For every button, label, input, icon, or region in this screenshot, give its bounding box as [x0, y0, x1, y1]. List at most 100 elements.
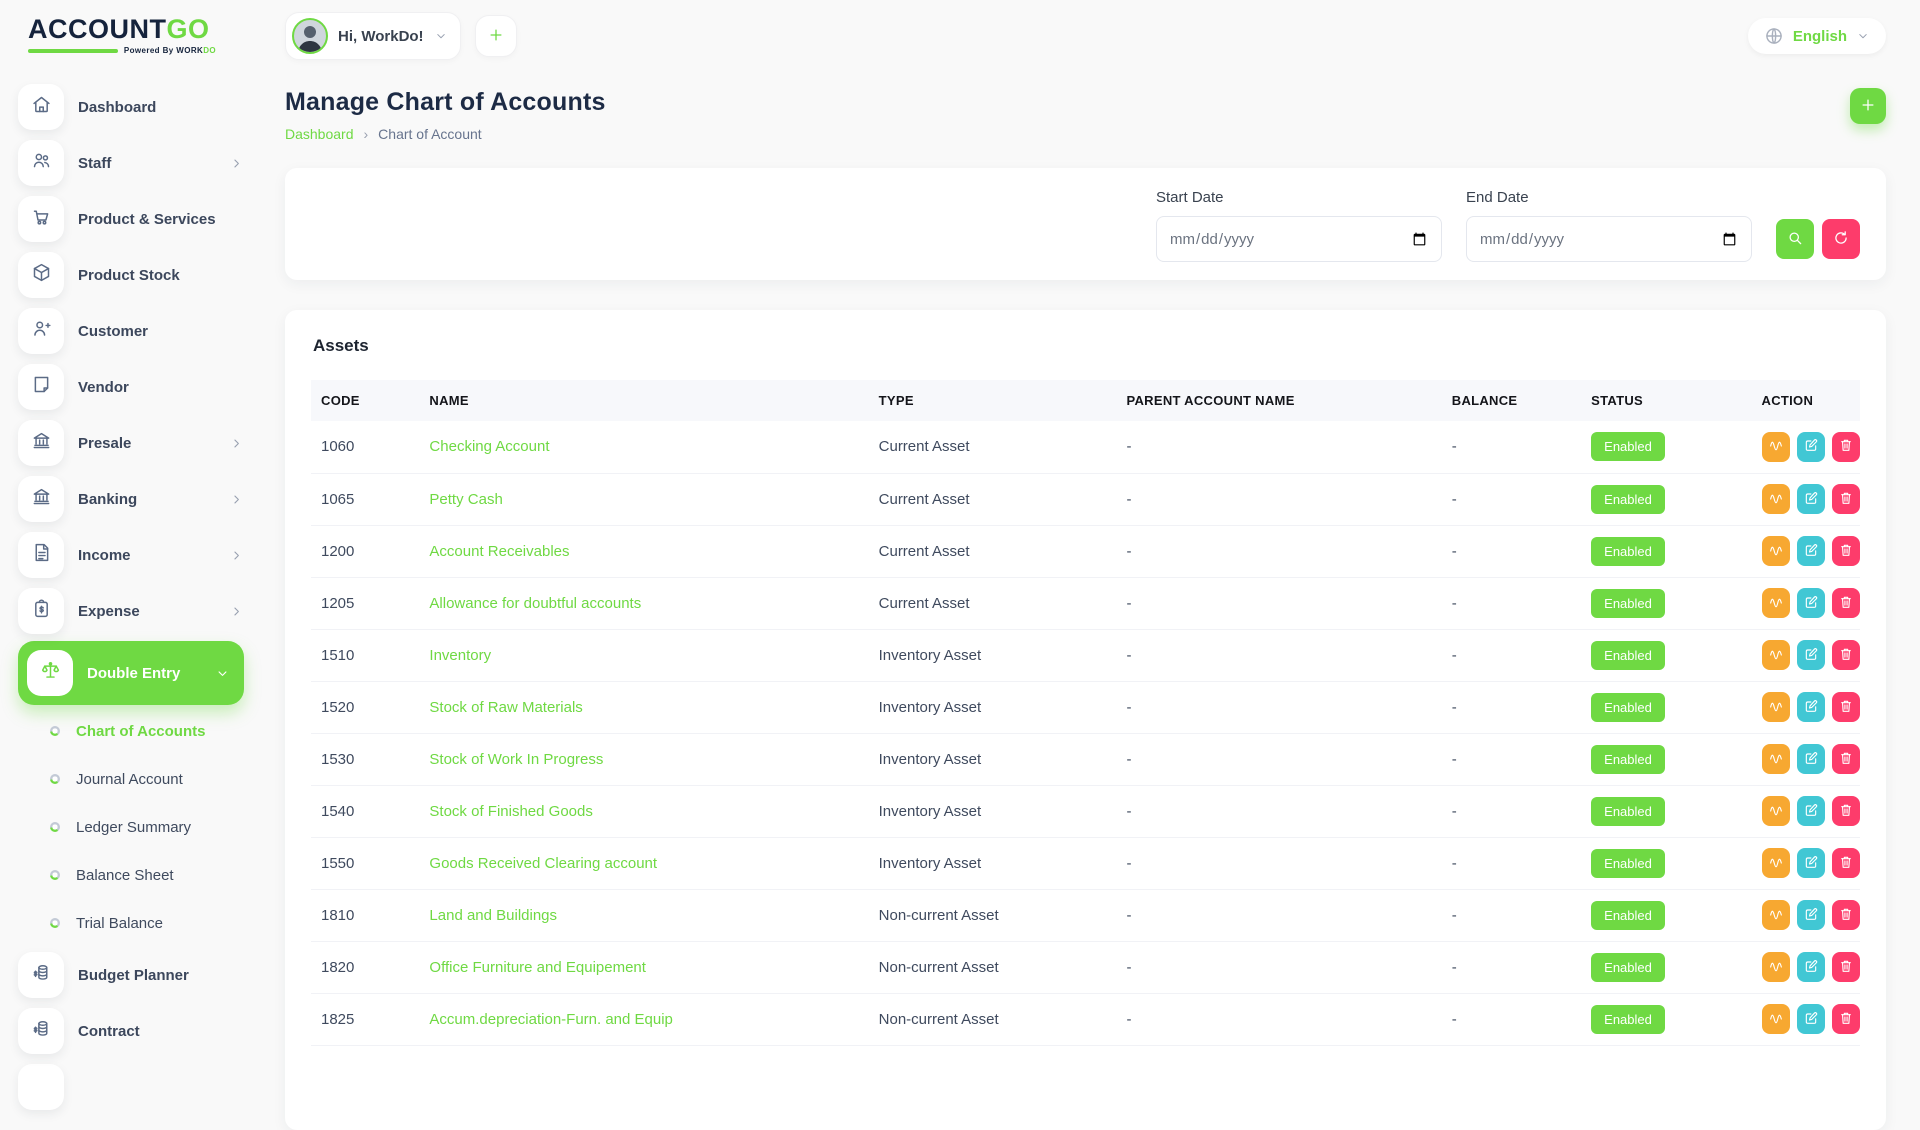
activity-action-button[interactable] — [1762, 536, 1790, 566]
table-row: 1810 Land and Buildings Non-current Asse… — [311, 889, 1860, 941]
brand-logo[interactable]: ACCOUNTGO Powered By WORKDO — [18, 0, 216, 59]
account-balance: - — [1442, 733, 1581, 785]
edit-action-button[interactable] — [1797, 796, 1825, 826]
sidebar-subitem-ledger-summary[interactable]: Ledger Summary — [18, 803, 244, 851]
edit-action-button[interactable] — [1797, 588, 1825, 618]
sidebar-item-dashboard[interactable]: Dashboard — [18, 79, 244, 135]
edit-action-button[interactable] — [1797, 952, 1825, 982]
activity-action-button[interactable] — [1762, 796, 1790, 826]
activity-action-button[interactable] — [1762, 900, 1790, 930]
account-code: 1825 — [311, 993, 419, 1045]
trash-icon — [1838, 594, 1854, 613]
activity-action-button[interactable] — [1762, 692, 1790, 722]
delete-action-button[interactable] — [1832, 1004, 1860, 1034]
account-name-link[interactable]: Accum.depreciation-Furn. and Equip — [429, 1011, 672, 1028]
edit-action-button[interactable] — [1797, 1004, 1825, 1034]
wave-icon — [1768, 802, 1784, 821]
delete-action-button[interactable] — [1832, 796, 1860, 826]
delete-action-button[interactable] — [1832, 536, 1860, 566]
wave-icon — [1768, 698, 1784, 717]
account-name-link[interactable]: Stock of Finished Goods — [429, 803, 592, 820]
users-icon — [31, 150, 52, 176]
sidebar-item-budget-planner[interactable]: Budget Planner — [18, 947, 244, 1003]
end-date-input[interactable] — [1466, 216, 1752, 262]
document-icon — [31, 542, 52, 568]
sidebar-item-vendor[interactable]: Vendor — [18, 359, 244, 415]
account-name-link[interactable]: Stock of Work In Progress — [429, 751, 603, 768]
activity-action-button[interactable] — [1762, 1004, 1790, 1034]
edit-action-button[interactable] — [1797, 848, 1825, 878]
edit-action-button[interactable] — [1797, 900, 1825, 930]
activity-action-button[interactable] — [1762, 952, 1790, 982]
user-menu[interactable]: Hi, WorkDo! — [285, 12, 461, 60]
sidebar-subitem-label: Trial Balance — [76, 915, 163, 932]
sidebar-item-contract[interactable]: Contract — [18, 1003, 244, 1059]
sidebar-item-label: Dashboard — [78, 99, 156, 116]
bullet-icon — [50, 870, 60, 880]
sidebar-item-banking[interactable]: Banking — [18, 471, 244, 527]
chevron-down-icon — [434, 29, 448, 43]
table-row: 1820 Office Furniture and Equipement Non… — [311, 941, 1860, 993]
delete-action-button[interactable] — [1832, 692, 1860, 722]
delete-action-button[interactable] — [1832, 640, 1860, 670]
wave-icon — [1768, 594, 1784, 613]
account-name-link[interactable]: Stock of Raw Materials — [429, 699, 582, 716]
delete-action-button[interactable] — [1832, 588, 1860, 618]
delete-action-button[interactable] — [1832, 848, 1860, 878]
delete-action-button[interactable] — [1832, 744, 1860, 774]
sidebar-nav: Dashboard Staff Product & Services Produ… — [18, 79, 260, 1110]
quick-add-button[interactable] — [475, 15, 517, 57]
create-account-button[interactable] — [1850, 88, 1886, 124]
sidebar-item-staff[interactable]: Staff — [18, 135, 244, 191]
sidebar-subitem-trial-balance[interactable]: Trial Balance — [18, 899, 244, 947]
edit-action-button[interactable] — [1797, 432, 1825, 462]
reset-button[interactable] — [1822, 219, 1860, 259]
edit-action-button[interactable] — [1797, 640, 1825, 670]
account-balance: - — [1442, 837, 1581, 889]
chevron-right-icon — [229, 548, 244, 563]
edit-action-button[interactable] — [1797, 536, 1825, 566]
account-name-link[interactable]: Petty Cash — [429, 491, 502, 508]
wave-icon — [1768, 542, 1784, 561]
sidebar-subitem-chart-of-accounts[interactable]: Chart of Accounts — [18, 707, 244, 755]
account-name-link[interactable]: Land and Buildings — [429, 907, 557, 924]
status-badge: Enabled — [1591, 641, 1665, 670]
activity-action-button[interactable] — [1762, 744, 1790, 774]
account-name-link[interactable]: Account Receivables — [429, 543, 569, 560]
sidebar-subitem-balance-sheet[interactable]: Balance Sheet — [18, 851, 244, 899]
end-date-label: End Date — [1466, 189, 1752, 206]
cart-icon — [31, 206, 52, 232]
sidebar-item-presale[interactable]: Presale — [18, 415, 244, 471]
sidebar-item-income[interactable]: Income — [18, 527, 244, 583]
delete-action-button[interactable] — [1832, 484, 1860, 514]
account-name-link[interactable]: Office Furniture and Equipement — [429, 959, 646, 976]
account-name-link[interactable]: Checking Account — [429, 438, 549, 455]
edit-action-button[interactable] — [1797, 692, 1825, 722]
sidebar-item-partial[interactable] — [18, 1064, 64, 1110]
sidebar-subitem-journal-account[interactable]: Journal Account — [18, 755, 244, 803]
sidebar-item-double-entry[interactable]: Double Entry — [18, 641, 244, 705]
account-name-link[interactable]: Inventory — [429, 647, 491, 664]
sidebar-item-product-stock[interactable]: Product Stock — [18, 247, 244, 303]
sidebar-item-expense[interactable]: Expense — [18, 583, 244, 639]
delete-action-button[interactable] — [1832, 952, 1860, 982]
edit-action-button[interactable] — [1797, 484, 1825, 514]
sidebar-subitem-label: Chart of Accounts — [76, 723, 205, 740]
sidebar-item-customer[interactable]: Customer — [18, 303, 244, 359]
table-row: 1205 Allowance for doubtful accounts Cur… — [311, 577, 1860, 629]
start-date-input[interactable] — [1156, 216, 1442, 262]
activity-action-button[interactable] — [1762, 848, 1790, 878]
language-selector[interactable]: English — [1748, 18, 1886, 54]
account-name-link[interactable]: Allowance for doubtful accounts — [429, 595, 641, 612]
edit-action-button[interactable] — [1797, 744, 1825, 774]
search-button[interactable] — [1776, 219, 1814, 259]
activity-action-button[interactable] — [1762, 432, 1790, 462]
sidebar-item-product-services[interactable]: Product & Services — [18, 191, 244, 247]
activity-action-button[interactable] — [1762, 588, 1790, 618]
activity-action-button[interactable] — [1762, 640, 1790, 670]
account-name-link[interactable]: Goods Received Clearing account — [429, 855, 657, 872]
delete-action-button[interactable] — [1832, 432, 1860, 462]
breadcrumb-dashboard-link[interactable]: Dashboard — [285, 126, 354, 142]
delete-action-button[interactable] — [1832, 900, 1860, 930]
activity-action-button[interactable] — [1762, 484, 1790, 514]
